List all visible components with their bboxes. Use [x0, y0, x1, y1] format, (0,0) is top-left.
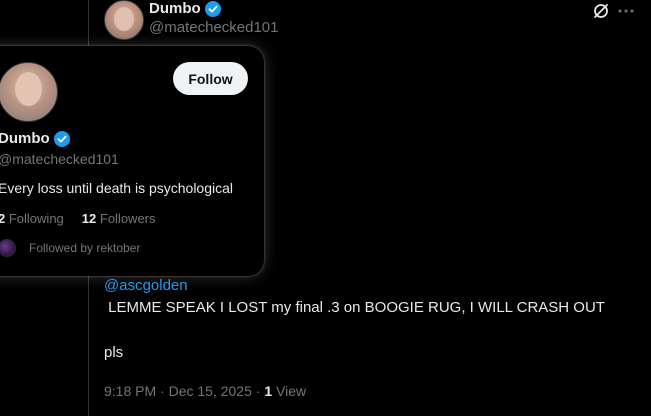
verified-badge-icon [53, 130, 70, 147]
following-stat[interactable]: 2 Following [0, 211, 64, 226]
following-label: Following [8, 211, 64, 226]
followed-by-row[interactable]: Followed by rektober [0, 238, 140, 258]
hovercard-stats: 2 Following 12 Followers [0, 211, 156, 226]
following-count: 2 [0, 211, 6, 226]
hovercard-avatar[interactable] [0, 62, 58, 122]
post-author-handle[interactable]: @matechecked101 [149, 19, 278, 36]
avatar-face [114, 7, 134, 31]
post-views-label: View [272, 383, 307, 399]
post-text-line-1: LEMME SPEAK I LOST my final .3 on BOOGIE… [104, 299, 605, 316]
meta-separator: · [251, 383, 265, 399]
post-views-count: 1 [264, 383, 273, 399]
post-timestamp[interactable]: 9:18 PM · Dec 15, 2025 [104, 383, 252, 399]
follow-button[interactable]: Follow [173, 62, 248, 95]
followed-by-text: Followed by rektober [29, 241, 141, 255]
hovercard-bio: Every loss until death is psychological [0, 180, 234, 196]
post-text-line-2: pls [104, 344, 124, 361]
post-author-name[interactable]: Dumbo [149, 0, 221, 17]
post-detail-view: Dumbo @matechecked101 @ascgolden LEMME S… [0, 0, 651, 416]
post-meta: 9:18 PM · Dec 15, 2025 · 1 View [104, 383, 306, 399]
hovercard-handle[interactable]: @matechecked101 [0, 151, 119, 167]
hovercard-name-text: Dumbo [0, 130, 50, 147]
follower-avatar [0, 239, 16, 257]
verified-badge-icon [204, 0, 221, 17]
more-horizontal-icon[interactable] [617, 2, 635, 20]
post-mention-link[interactable]: @ascgolden [104, 277, 188, 294]
avatar-face [15, 72, 42, 106]
followers-label: Followers [99, 211, 156, 226]
post-author-name-text: Dumbo [149, 0, 201, 17]
hovercard-name[interactable]: Dumbo [0, 130, 70, 147]
post-author-avatar[interactable] [104, 0, 144, 40]
followers-count: 12 [81, 211, 97, 226]
grok-icon[interactable] [592, 2, 610, 20]
profile-hover-card: Follow Dumbo @matechecked101 Every loss … [0, 46, 264, 276]
followers-stat[interactable]: 12 Followers [82, 211, 156, 226]
